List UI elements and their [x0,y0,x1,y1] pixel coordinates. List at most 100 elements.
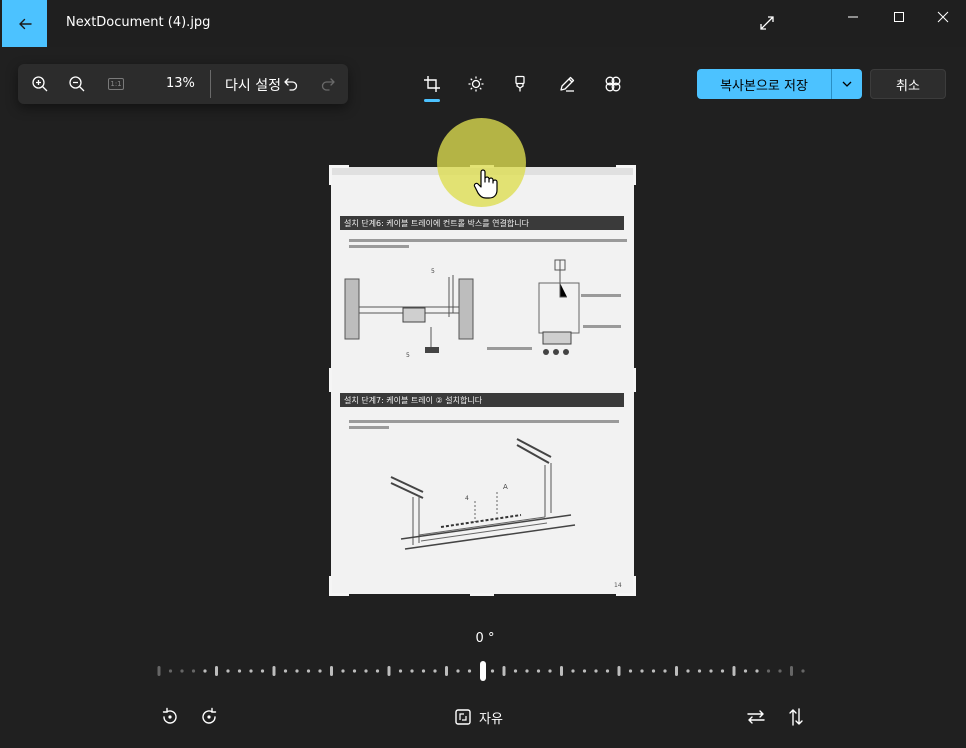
rotation-minor-tick [640,669,644,673]
save-copy-split-button: 복사본으로 저장 [697,69,862,99]
crop-handle-bottom[interactable] [470,593,494,596]
rotation-minor-tick [226,669,230,673]
rotation-major-tick [732,666,736,676]
aspect-ratio-icon [455,709,471,725]
save-options-dropdown[interactable] [832,69,862,99]
brightness-icon [468,76,484,92]
rotation-minor-tick [318,669,322,673]
rotation-minor-tick [260,669,265,673]
crop-handle-bottom-left[interactable] [329,593,349,596]
diagram-label-5a: 5 [431,268,435,275]
zoom-toolbar: 1:1 13% 다시 설정 [18,64,348,104]
rotation-minor-tick [513,669,518,673]
filters-icon [605,76,621,92]
markup-tool-button[interactable] [504,68,536,100]
rotation-minor-tick [709,669,713,673]
zoom-in-button[interactable] [24,68,56,100]
flip-horizontal-icon [747,710,765,724]
crop-handle-bottom-left-vertical[interactable] [329,576,332,596]
flip-horizontal-button[interactable] [741,702,771,732]
close-icon [937,11,949,23]
undo-button[interactable] [275,68,307,100]
maximize-button[interactable] [876,0,922,34]
crop-tool-button[interactable] [416,68,448,100]
rotation-major-tick [387,666,391,676]
rotation-angle: 0 ° [475,631,495,646]
rotation-minor-tick [352,669,357,673]
rotation-thumb[interactable] [480,661,486,681]
rotate-right-button[interactable] [194,702,224,732]
hand-cursor-icon [473,169,498,199]
highlighter-icon [515,75,525,92]
back-button[interactable] [2,0,47,47]
zoom-out-icon [69,76,85,92]
crop-handle-top-left[interactable] [329,165,349,168]
rotation-minor-tick [295,669,299,673]
document-content: 설치 단계6: 케이블 트레이에 컨트롤 박스를 연결합니다 5 5 설치 단계… [331,167,634,594]
aspect-ratio-button[interactable]: 자유 [453,702,503,732]
active-tool-indicator [424,99,440,102]
redo-button[interactable] [312,68,344,100]
rotation-major-tick [272,666,276,676]
rotation-minor-tick [686,669,690,673]
close-window-button[interactable] [920,0,966,34]
rotation-minor-tick [766,669,771,673]
rotation-minor-tick [720,669,725,673]
section2-heading: 설치 단계7: 케이블 트레이 ② 설치합니다 [344,395,483,405]
rotation-major-tick [790,666,793,676]
rotation-major-tick [215,666,218,676]
rotation-minor-tick [778,669,782,673]
rotation-minor-tick [191,669,196,673]
arrow-left-icon [18,18,32,29]
rotation-minor-tick [594,669,598,673]
actual-size-button[interactable]: 1:1 [100,68,132,100]
crop-handle-bottom-right-vertical[interactable] [633,576,636,596]
rotation-minor-tick [249,669,253,673]
rotation-minor-tick [341,669,345,673]
rotate-left-button[interactable] [155,702,185,732]
actual-size-icon: 1:1 [108,78,124,90]
rotation-major-tick [157,666,161,676]
effects-tool-button[interactable] [597,68,629,100]
rotation-minor-tick [536,669,541,673]
rotation-minor-tick [525,669,529,673]
chevron-down-icon [842,81,852,87]
expand-icon [760,16,774,30]
crop-handle-top-right-vertical[interactable] [633,165,636,185]
cancel-button[interactable]: 취소 [870,69,946,99]
rotation-minor-tick [651,669,656,673]
rotation-major-tick [675,666,678,676]
zoom-in-icon [32,76,48,92]
window-title: NextDocument (4).jpg [66,15,211,30]
rotation-minor-tick [237,669,242,673]
rotation-minor-tick [306,669,311,673]
aspect-ratio-label: 자유 [479,711,503,727]
rotation-major-tick [502,666,506,676]
save-copy-button[interactable]: 복사본으로 저장 [697,69,831,99]
crop-icon [424,76,440,92]
crop-handle-top-left-vertical[interactable] [329,165,332,185]
rotation-minor-tick [168,669,173,673]
adjustment-tool-button[interactable] [460,68,492,100]
rotation-slider[interactable] [155,660,815,682]
diagram-label-5b: 5 [406,352,410,359]
minimize-button[interactable] [830,0,876,34]
maximize-icon [894,12,904,22]
crop-handle-left[interactable] [329,368,332,392]
rotation-minor-tick [203,669,207,673]
flip-vertical-button[interactable] [781,702,811,732]
zoom-level: 13% [166,76,195,91]
redo-icon [321,78,335,91]
rotation-minor-tick [375,669,380,673]
rotation-minor-tick [605,669,610,673]
crop-handle-right[interactable] [633,368,636,392]
rotation-minor-tick [548,669,552,673]
rotation-minor-tick [433,669,437,673]
draw-tool-button[interactable] [551,68,583,100]
minimize-icon [848,16,858,18]
fullscreen-button[interactable] [752,8,782,38]
rotation-minor-tick [180,669,184,673]
reset-button[interactable]: 다시 설정 [225,75,281,95]
zoom-out-button[interactable] [61,68,93,100]
rotate-left-icon [162,707,177,724]
